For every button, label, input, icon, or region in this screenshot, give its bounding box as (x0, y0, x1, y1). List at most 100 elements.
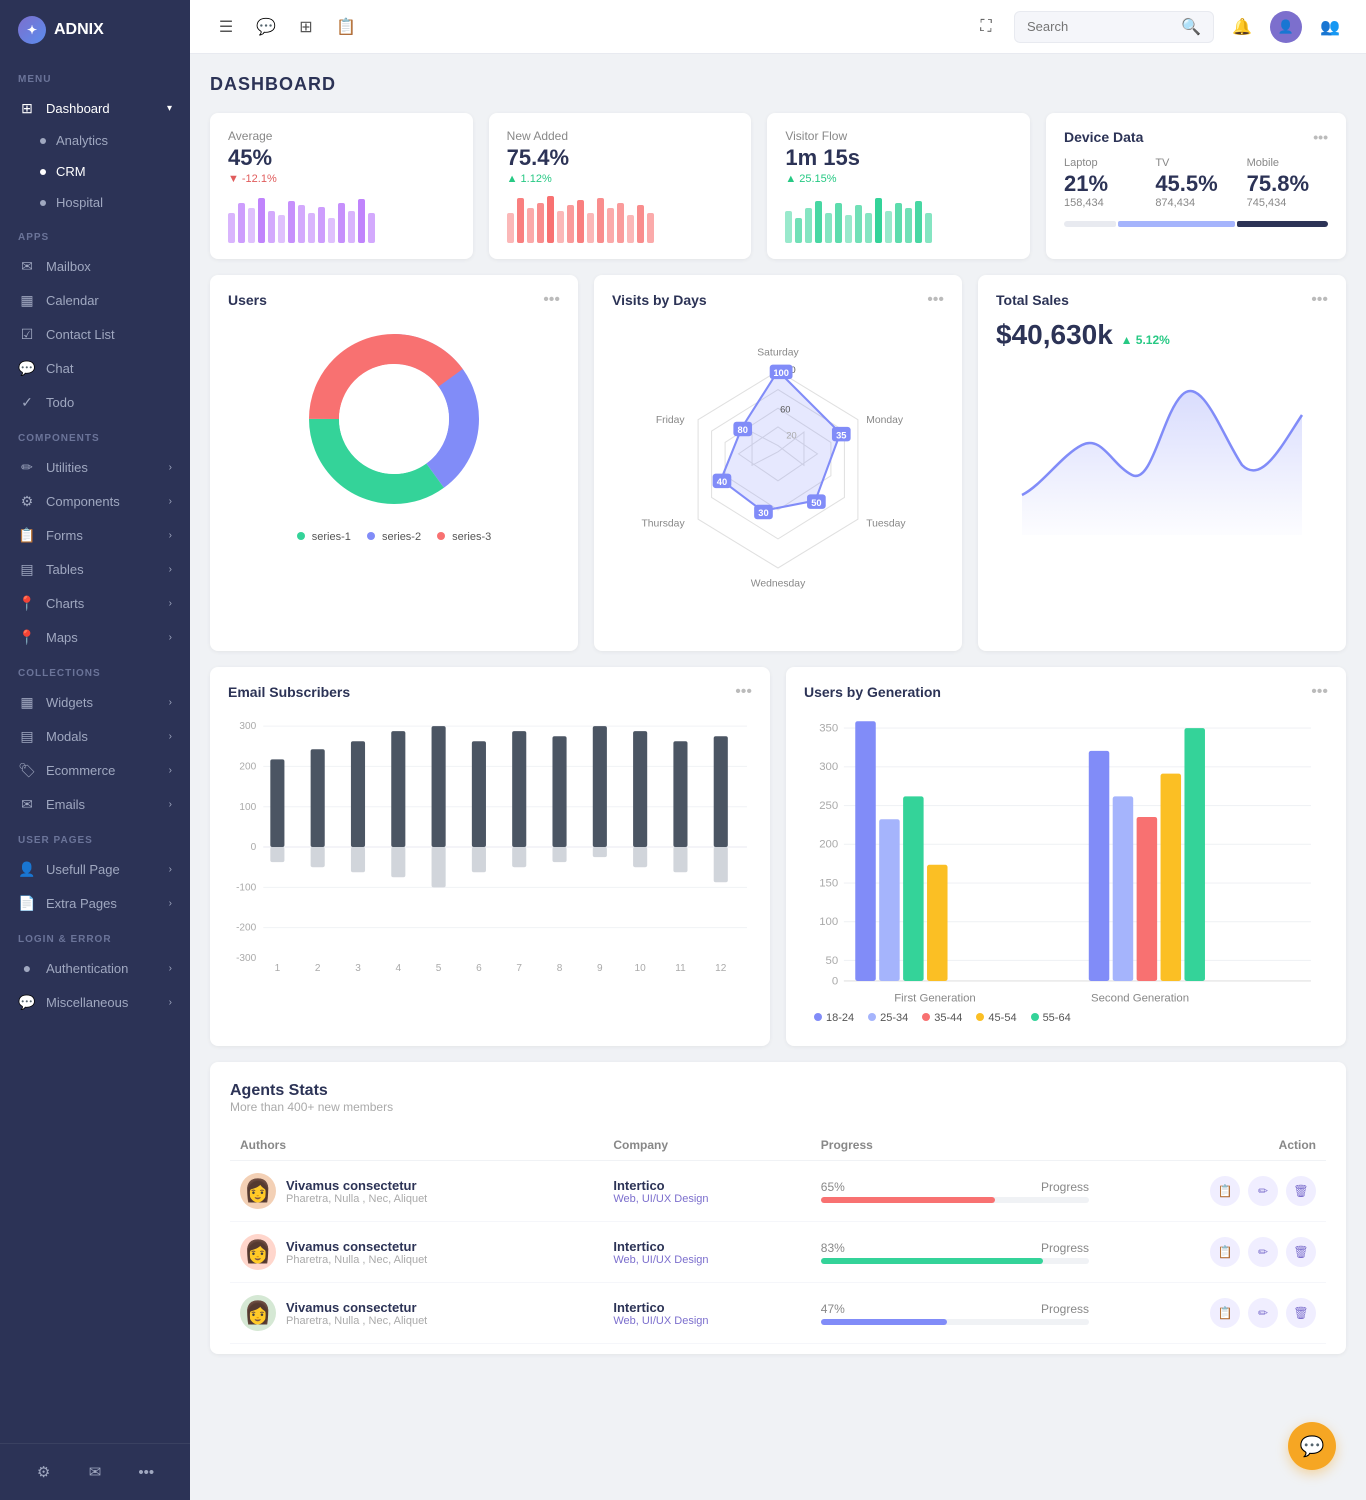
float-chat-button[interactable]: 💬 (1288, 1422, 1336, 1470)
user-menu-icon[interactable]: 👥 (1314, 11, 1346, 43)
sidebar-item-chat[interactable]: 💬 Chat (0, 351, 190, 385)
author-name-1: Vivamus consectetur (286, 1178, 427, 1193)
chevron-icon: › (169, 496, 172, 507)
laptop-count: 158,434 (1064, 197, 1145, 209)
svg-text:300: 300 (239, 721, 256, 732)
sidebar-item-utilities[interactable]: ✏ Utilities › (0, 450, 190, 484)
sidebar-item-contact-list[interactable]: ☑ Contact List (0, 317, 190, 351)
menu-toggle-button[interactable]: ☰ (210, 11, 242, 43)
progress-bar-fill-3 (821, 1319, 947, 1325)
settings-icon[interactable]: ⚙ (30, 1458, 58, 1486)
device-data-menu[interactable]: ••• (1313, 129, 1328, 145)
users-gen-title: Users by Generation (804, 684, 941, 700)
users-card: Users ••• (210, 275, 578, 651)
clipboard-header-button[interactable]: 📋 (330, 11, 362, 43)
action-edit-btn-3[interactable]: ✏ (1248, 1298, 1278, 1328)
visits-card-menu[interactable]: ••• (927, 291, 944, 309)
company-cell-2: Intertico Web, UI/UX Design (603, 1222, 810, 1283)
svg-text:Second Generation: Second Generation (1091, 993, 1189, 1005)
visits-card: Visits by Days ••• (594, 275, 962, 651)
company-name-3: Intertico (613, 1300, 800, 1315)
users-card-menu[interactable]: ••• (543, 291, 560, 309)
mailbox-label: Mailbox (46, 259, 91, 274)
device-bar (1064, 221, 1328, 227)
sidebar-item-widgets[interactable]: ▦ Widgets › (0, 685, 190, 719)
visitor-flow-value: 1m 15s (785, 145, 1012, 171)
svg-text:11: 11 (675, 963, 686, 973)
emails-label: Emails (46, 797, 85, 812)
grid-header-button[interactable]: ⊞ (290, 11, 322, 43)
mobile-value: 75.8% (1247, 171, 1328, 197)
legend-45-54-dot (976, 1013, 984, 1021)
sidebar-item-analytics[interactable]: Analytics (0, 125, 190, 156)
action-edit-btn-1[interactable]: ✏ (1248, 1176, 1278, 1206)
hospital-label: Hospital (56, 195, 103, 210)
total-sales-menu[interactable]: ••• (1311, 291, 1328, 309)
sidebar-item-calendar[interactable]: ▦ Calendar (0, 283, 190, 317)
chat-header-button[interactable]: 💬 (250, 11, 282, 43)
chevron-icon: › (169, 731, 172, 742)
legend-18-24-dot (814, 1013, 822, 1021)
sidebar-item-todo[interactable]: ✓ Todo (0, 385, 190, 419)
tv-value: 45.5% (1155, 171, 1236, 197)
notification-icon[interactable]: 🔔 (1226, 11, 1258, 43)
sidebar-item-miscellaneous[interactable]: 💬 Miscellaneous › (0, 985, 190, 1019)
svg-text:350: 350 (819, 723, 838, 735)
miscellaneous-label: Miscellaneous (46, 995, 128, 1010)
legend-25-34-dot (868, 1013, 876, 1021)
sidebar-item-hospital[interactable]: Hospital (0, 187, 190, 218)
total-sales-card: Total Sales ••• $40,630k ▲ 5.12% (978, 275, 1346, 651)
app-logo[interactable]: ✦ ADNIX (0, 0, 190, 60)
action-delete-btn-3[interactable]: 🗑 (1286, 1298, 1316, 1328)
sidebar-item-modals[interactable]: ▤ Modals › (0, 719, 190, 753)
tv-bar-seg (1118, 221, 1235, 227)
agents-section: Agents Stats More than 400+ new members … (210, 1062, 1346, 1354)
author-avatar-3: 👩 (240, 1295, 276, 1331)
device-data-card: Device Data ••• Laptop 21% 158,434 TV 45… (1046, 113, 1346, 259)
sidebar-item-charts[interactable]: 📍 Charts › (0, 586, 190, 620)
sidebar: ✦ ADNIX MENU ⊞ Dashboard ▾ Analytics CRM… (0, 0, 190, 1500)
stat-cards-row: Average 45% ▼ -12.1% (210, 113, 1346, 259)
sidebar-item-components[interactable]: ⚙ Components › (0, 484, 190, 518)
visitor-flow-mini-chart (785, 193, 1012, 243)
search-input[interactable] (1027, 19, 1175, 34)
more-icon[interactable]: ••• (132, 1458, 160, 1486)
average-change: ▼ -12.1% (228, 173, 277, 185)
new-added-bars-svg (507, 193, 734, 243)
sidebar-item-useful-page[interactable]: 👤 Usefull Page › (0, 852, 190, 886)
action-delete-btn-2[interactable]: 🗑 (1286, 1237, 1316, 1267)
dot-icon (40, 200, 46, 206)
svg-text:First Generation: First Generation (894, 993, 976, 1005)
user-avatar[interactable]: 👤 (1270, 11, 1302, 43)
sidebar-item-emails[interactable]: ✉ Emails › (0, 787, 190, 821)
chevron-icon: › (169, 697, 172, 708)
components-icon: ⚙ (18, 492, 36, 510)
users-gen-menu[interactable]: ••• (1311, 683, 1328, 701)
legend-25-34: 25-34 (868, 1012, 908, 1024)
device-grid: Laptop 21% 158,434 TV 45.5% 874,434 Mobi… (1064, 157, 1328, 209)
sidebar-item-crm[interactable]: CRM (0, 156, 190, 187)
sidebar-item-dashboard[interactable]: ⊞ Dashboard ▾ (0, 91, 190, 125)
sidebar-item-extra-pages[interactable]: 📄 Extra Pages › (0, 886, 190, 920)
email-subs-menu[interactable]: ••• (735, 683, 752, 701)
table-row: 👩 Vivamus consectetur Pharetra, Nulla , … (230, 1161, 1326, 1222)
action-delete-btn-1[interactable]: 🗑 (1286, 1176, 1316, 1206)
svg-text:20: 20 (786, 430, 796, 440)
sidebar-item-mailbox[interactable]: ✉ Mailbox (0, 249, 190, 283)
fullscreen-button[interactable]: ⛶ (970, 11, 1002, 43)
email-icon[interactable]: ✉ (81, 1458, 109, 1486)
components-label: Components (46, 494, 120, 509)
gen-legend: 18-24 25-34 35-44 45-54 55-64 (804, 1012, 1328, 1030)
sidebar-item-forms[interactable]: 📋 Forms › (0, 518, 190, 552)
action-view-btn-1[interactable]: 📋 (1210, 1176, 1240, 1206)
action-view-btn-3[interactable]: 📋 (1210, 1298, 1240, 1328)
svg-text:2: 2 (315, 963, 321, 973)
company-sub-2: Web, UI/UX Design (613, 1254, 800, 1266)
action-view-btn-2[interactable]: 📋 (1210, 1237, 1240, 1267)
sidebar-item-authentication[interactable]: ● Authentication › (0, 951, 190, 985)
sidebar-item-maps[interactable]: 📍 Maps › (0, 620, 190, 654)
action-edit-btn-2[interactable]: ✏ (1248, 1237, 1278, 1267)
dashboard-icon: ⊞ (18, 99, 36, 117)
sidebar-item-tables[interactable]: ▤ Tables › (0, 552, 190, 586)
sidebar-item-ecommerce[interactable]: 🏷 Ecommerce › (0, 753, 190, 787)
